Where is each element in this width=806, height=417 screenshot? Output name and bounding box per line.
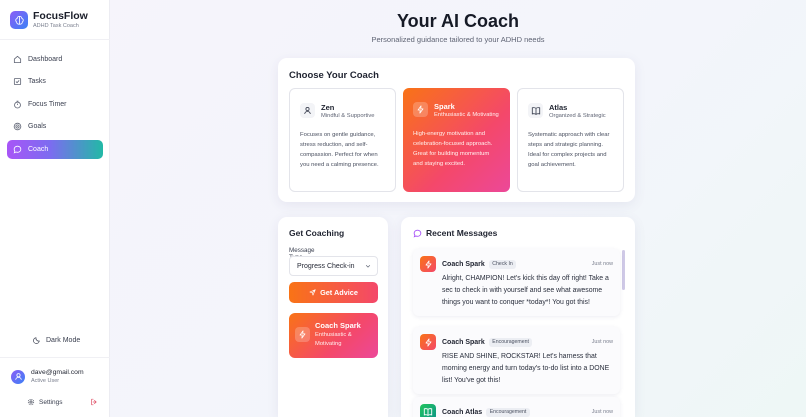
message-author: Coach Atlas	[442, 408, 483, 416]
user-profile[interactable]: dave@gmail.com Active User	[11, 368, 84, 385]
coach-option-atlas[interactable]: Atlas Organized & Strategic Systematic a…	[517, 88, 624, 192]
message-type-select[interactable]: Progress Check-in	[289, 256, 378, 276]
selected-coach-name: Coach Spark	[315, 321, 361, 330]
coach-description: Focuses on gentle guidance, stress reduc…	[300, 132, 379, 168]
coach-name: Zen	[321, 103, 335, 112]
person-icon	[300, 103, 315, 118]
user-email: dave@gmail.com	[31, 369, 84, 376]
dark-mode-label: Dark Mode	[46, 336, 81, 344]
message-author: Coach Spark	[442, 338, 485, 346]
timer-icon	[13, 100, 22, 109]
settings-label: Settings	[39, 398, 63, 406]
logout-icon[interactable]	[90, 398, 98, 406]
selected-coach-tagline: Enthusiastic & Motivating	[315, 332, 352, 347]
section-title: Get Coaching	[289, 228, 345, 238]
coach-name: Spark	[434, 102, 455, 111]
sidebar-item-label: Dashboard	[28, 56, 63, 63]
message-text: RISE AND SHINE, ROCKSTAR! Let's harness …	[442, 353, 610, 384]
message-time: Just now	[591, 339, 613, 345]
app-name: FocusFlow	[33, 10, 88, 22]
button-label: Get Advice	[320, 288, 358, 297]
book-icon	[528, 103, 543, 118]
section-title: Choose Your Coach	[289, 70, 379, 81]
dark-mode-toggle[interactable]: Dark Mode	[33, 336, 80, 344]
user-status: Active User	[31, 378, 60, 384]
home-icon	[13, 55, 22, 64]
sidebar-item-label: Coach	[28, 145, 49, 153]
send-icon	[309, 289, 316, 296]
sidebar-item-tasks[interactable]: Tasks	[7, 72, 103, 91]
zap-icon	[420, 256, 436, 272]
message-author: Coach Spark	[442, 260, 485, 268]
scrollbar[interactable]	[622, 250, 625, 290]
section-title: Recent Messages	[426, 228, 498, 238]
sidebar-item-label: Tasks	[28, 78, 46, 86]
recent-messages-card[interactable]: Recent Messages Coach Spark Check In Jus…	[401, 217, 635, 417]
chevron-down-icon	[365, 263, 371, 269]
message-time: Just now	[591, 409, 613, 415]
sidebar-item-coach[interactable]: Coach	[7, 139, 103, 159]
coach-tagline: Enthusiastic & Motivating	[434, 112, 499, 118]
sidebar-item-goals[interactable]: Goals	[7, 117, 103, 136]
sidebar-item-dashboard[interactable]: Dashboard	[7, 50, 103, 69]
gear-icon	[27, 398, 35, 406]
select-value: Progress Check-in	[297, 262, 355, 270]
moon-icon	[33, 336, 41, 344]
app-tagline: ADHD Task Coach	[33, 23, 79, 29]
user-avatar-icon	[11, 369, 25, 384]
page-title: Your AI Coach	[396, 11, 519, 31]
settings-button[interactable]: Settings	[27, 398, 63, 406]
sidebar-item-focus-timer[interactable]: Focus Timer	[7, 95, 103, 114]
zap-icon	[295, 327, 310, 342]
message-badge: Encouragement	[486, 407, 530, 417]
get-advice-button[interactable]: Get Advice	[289, 282, 378, 303]
sidebar: FocusFlow ADHD Task Coach Dashboard Task…	[0, 0, 110, 417]
coach-tagline: Organized & Strategic	[549, 113, 606, 119]
target-icon	[13, 122, 22, 131]
page-subtitle: Personalized guidance tailored to your A…	[371, 35, 545, 44]
zap-icon	[420, 334, 436, 350]
message-badge: Encouragement	[488, 337, 533, 347]
brand[interactable]: FocusFlow ADHD Task Coach	[10, 10, 88, 30]
chat-bubble-icon	[13, 145, 22, 154]
book-icon	[420, 404, 436, 417]
message-item: Coach Spark Encouragement Just now RISE …	[413, 327, 620, 394]
sidebar-nav: Dashboard Tasks Focus Timer Goals Coach	[7, 50, 103, 162]
divider	[0, 357, 110, 358]
coach-option-zen[interactable]: Zen Mindful & Supportive Focuses on gent…	[289, 88, 396, 192]
divider	[0, 39, 110, 40]
message-item: Coach Spark Check In Just now Alright, C…	[413, 249, 620, 316]
sidebar-item-label: Focus Timer	[28, 100, 67, 108]
coach-description: Systematic approach with clear steps and…	[528, 132, 610, 168]
coach-name: Atlas	[549, 103, 568, 112]
message-text: Alright, CHAMPION! Let's kick this day o…	[442, 275, 609, 306]
choose-coach-card: Choose Your Coach Zen Mindful & Supporti…	[278, 58, 635, 202]
message-badge: Check In	[488, 259, 517, 269]
coach-option-spark[interactable]: Spark Enthusiastic & Motivating High-ene…	[403, 88, 510, 192]
sidebar-item-label: Goals	[28, 123, 47, 131]
brain-logo-icon	[10, 11, 28, 29]
zap-icon	[413, 102, 428, 117]
coach-tagline: Mindful & Supportive	[321, 113, 375, 119]
checkbox-icon	[13, 77, 22, 86]
chat-bubble-icon	[413, 229, 422, 238]
message-item: Coach Atlas Encouragement Just now	[413, 397, 620, 417]
message-time: Just now	[591, 261, 613, 267]
coach-description: High-energy motivation and celebration-f…	[413, 131, 493, 167]
selected-coach-panel: Coach Spark Enthusiastic & Motivating	[289, 313, 378, 358]
